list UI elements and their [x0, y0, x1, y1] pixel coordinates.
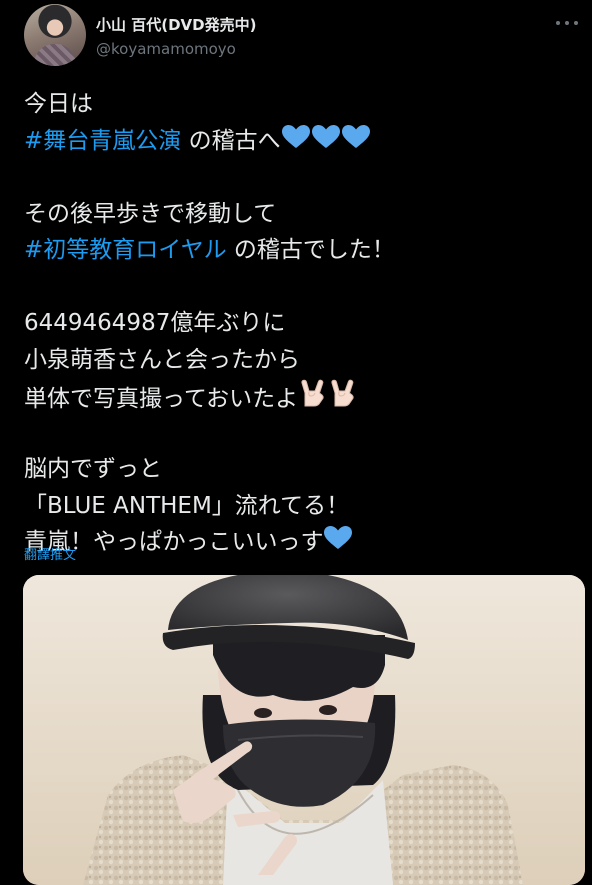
tweet-line: 脳内でずっと	[24, 451, 576, 488]
tweet-line: 「BLUE ANTHEM」流れてる！	[24, 488, 576, 525]
tweet-line-text: 6449464987億年ぶりに	[24, 310, 286, 336]
user-handle[interactable]: @koyamamomoyo	[96, 40, 236, 58]
tweet-line: #舞台青嵐公演 の稽古へ	[24, 123, 576, 160]
tweet-line-text: の稽古へ	[181, 127, 281, 154]
tweet-text: 今日は #舞台青嵐公演 の稽古へ その後早歩きで移動して #初等教育ロイヤル の…	[24, 86, 576, 561]
translate-tweet-link[interactable]: 翻譯推文	[24, 544, 76, 563]
tweet-card: 小山 百代(DVD発売中) @koyamamomoyo 今日は #舞台青嵐公演 …	[0, 0, 592, 885]
hashtag-link[interactable]: #初等教育ロイヤル	[24, 237, 227, 263]
sign-of-horns-icon	[298, 378, 328, 408]
blue-heart-icon	[281, 124, 311, 150]
tweet-line-text: 「BLUE ANTHEM」流れてる！	[24, 492, 350, 519]
blue-heart-icon	[323, 525, 353, 551]
tweet-line-text: その後早歩きで移動して	[24, 200, 277, 227]
tweet-line: 青嵐！やっぱかっこいいっす	[24, 524, 576, 561]
avatar[interactable]	[24, 4, 86, 66]
tweet-line: 今日は	[24, 86, 576, 123]
tweet-line: 単体で写真撮っておいたよ	[24, 378, 576, 415]
tweet-photo[interactable]	[23, 575, 585, 885]
sign-of-horns-icon	[328, 378, 358, 408]
tweet-line: 6449464987億年ぶりに	[24, 305, 576, 342]
tweet-line: 小泉萌香さんと会ったから	[24, 342, 576, 379]
blue-heart-icon	[311, 124, 341, 150]
hashtag-link[interactable]: #舞台青嵐公演	[24, 128, 181, 154]
tweet-line-text: の稽古でした！	[226, 237, 395, 263]
photo-person-image	[23, 575, 585, 885]
tweet-header: 小山 百代(DVD発売中) @koyamamomoyo	[24, 4, 584, 66]
tweet-line-text: 今日は	[24, 91, 93, 117]
avatar-figure	[34, 44, 76, 66]
tweet-line-text: 単体で写真撮っておいたよ	[24, 386, 299, 412]
blue-heart-icon	[341, 124, 371, 150]
more-options-icon[interactable]	[556, 16, 578, 30]
tweet-line-text: 脳内でずっと	[24, 456, 162, 482]
display-name[interactable]: 小山 百代(DVD発売中)	[96, 14, 256, 35]
tweet-line: #初等教育ロイヤル の稽古でした！	[24, 232, 576, 269]
tweet-line-text: 小泉萌香さんと会ったから	[24, 346, 300, 373]
tweet-line: その後早歩きで移動して	[24, 196, 576, 233]
